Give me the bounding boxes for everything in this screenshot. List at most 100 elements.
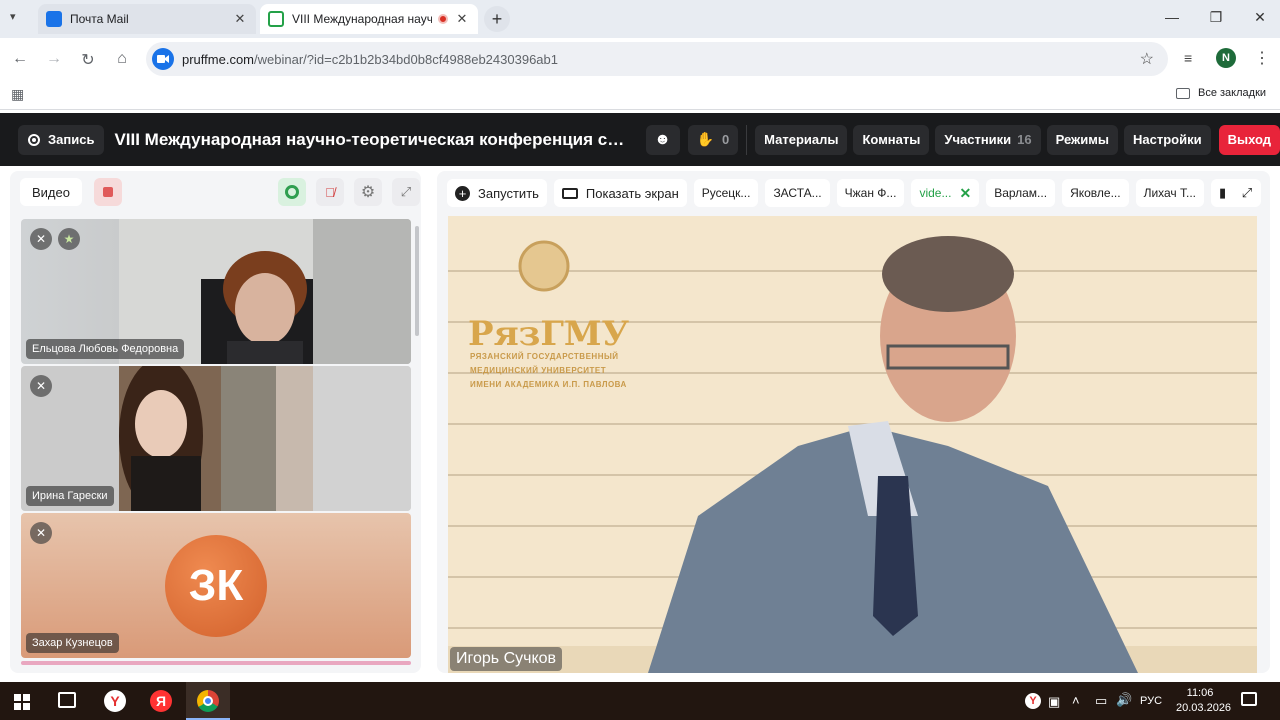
chrome-taskbar-button[interactable]: [186, 682, 230, 720]
gear-icon: ⚙: [360, 184, 376, 201]
expand-panel-button[interactable]: ⤢: [392, 178, 420, 206]
reactions-button[interactable]: ☻: [645, 124, 680, 155]
window-close-icon[interactable]: ✕: [1250, 9, 1270, 26]
tab-title: VIII Международная научн: [292, 12, 432, 26]
mail-icon: [46, 11, 62, 27]
url-host: pruffme.com: [182, 51, 255, 67]
yandex-tray-icon[interactable]: Y: [1025, 693, 1041, 709]
clock[interactable]: 11:06 20.03.2026: [1176, 686, 1232, 716]
yandex-icon[interactable]: Я: [150, 690, 172, 712]
profile-avatar[interactable]: N: [1216, 48, 1236, 68]
address-bar[interactable]: pruffme.com/webinar/?id=c2b1b2b34bd0b8cf…: [146, 42, 1168, 76]
modes-button[interactable]: Режимы: [1046, 124, 1118, 155]
notifications-icon[interactable]: [1241, 692, 1257, 706]
stream-tab-label: vide...: [919, 186, 952, 200]
materials-button[interactable]: Материалы: [755, 124, 848, 155]
monitor-icon: [561, 187, 578, 199]
media-control-icon[interactable]: ≡: [1184, 50, 1192, 66]
header-divider: [746, 124, 748, 155]
reload-icon[interactable]: ↻: [78, 50, 98, 70]
speaker-name: Игорь Сучков: [450, 647, 563, 671]
stream-tab[interactable]: Русецк...: [693, 179, 759, 207]
record-icon: [28, 133, 40, 146]
stream-tab[interactable]: Яковле...: [1062, 179, 1129, 207]
volume-icon[interactable]: 🔊: [1116, 692, 1132, 708]
close-stream-icon[interactable]: ✕: [959, 185, 971, 202]
browser-toolbar: ← → ↻ ⌂ pruffme.com/webinar/?id=c2b1b2b3…: [0, 38, 1280, 80]
raise-hand-button[interactable]: ✋ 0: [687, 124, 739, 155]
task-view-icon[interactable]: [58, 692, 76, 708]
fullscreen-button[interactable]: ⤢: [1233, 179, 1261, 207]
participant-avatar: ЗК: [165, 535, 267, 637]
video-panel-toolbar: Видео 🎙̸ ⚙ ⤢: [20, 178, 420, 208]
url-text: pruffme.com/webinar/?id=c2b1b2b34bd0b8cf…: [182, 52, 558, 67]
record-button[interactable]: Запись: [18, 124, 105, 155]
participant-tile[interactable]: ✕ ★ Ельцова Любовь Федоровна: [21, 219, 411, 364]
stream-tab-active[interactable]: vide... ✕: [911, 179, 980, 207]
main-stage-panel: + Запустить Показать экран Русецк... ЗАС…: [437, 171, 1270, 673]
site-info-icon[interactable]: [152, 48, 174, 70]
tab-title: Почта Mail: [70, 12, 129, 26]
next-tile-edge: [21, 661, 411, 665]
mute-toggle-button[interactable]: 🎙̸: [316, 178, 344, 206]
bookmark-star-icon[interactable]: ☆: [1140, 49, 1154, 69]
windows-start-icon[interactable]: [14, 694, 30, 710]
recording-indicator-icon: [438, 14, 448, 24]
chevron-up-icon[interactable]: ˄: [1072, 693, 1080, 708]
tab-webinar[interactable]: VIII Международная научн ✕: [260, 4, 478, 34]
stream-tab[interactable]: ЗАСТА...: [765, 179, 830, 207]
mic-off-icon: ✕: [30, 228, 52, 250]
stream-tab[interactable]: Чжан Ф...: [836, 179, 905, 207]
close-tab-icon[interactable]: ✕: [454, 11, 470, 27]
hand-count: 0: [721, 132, 730, 147]
home-icon[interactable]: ⌂: [112, 50, 132, 68]
restore-icon[interactable]: ❐: [1206, 9, 1226, 26]
university-logo-text: РязГМУ: [468, 314, 630, 354]
yandex-browser-icon[interactable]: Y: [104, 690, 126, 712]
url-path: /webinar/?id=c2b1b2b34bd0b8cf4988eb24303…: [254, 51, 558, 67]
stop-video-button[interactable]: [94, 178, 122, 206]
settings-button[interactable]: Настройки: [1123, 124, 1211, 155]
share-screen-button[interactable]: Показать экран: [553, 179, 687, 207]
clock-date: 20.03.2026: [1176, 702, 1232, 714]
new-tab-button[interactable]: +: [484, 6, 510, 32]
logo-line: ИМЕНИ АКАДЕМИКА И.П. ПАВЛОВА: [470, 380, 627, 389]
stream-tab[interactable]: Лихач Т...: [1135, 179, 1205, 207]
camera-toggle-button[interactable]: [278, 178, 306, 206]
network-icon[interactable]: ▭: [1095, 693, 1107, 709]
video-tab[interactable]: Видео: [20, 178, 82, 206]
windows-taskbar: Y Я Y ▣ ˄ ▭ 🔊 РУС 11:06 20.03.2026: [0, 682, 1280, 720]
minimize-icon[interactable]: —: [1162, 9, 1182, 25]
tab-list-chevron-icon[interactable]: ▾: [10, 10, 16, 23]
webinar-favicon-icon: [268, 11, 284, 27]
tab-mail[interactable]: Почта Mail ✕: [38, 4, 256, 34]
webcam-icon: [285, 185, 299, 199]
browser-menu-icon[interactable]: ⋮: [1254, 48, 1270, 68]
speaker-video[interactable]: РязГМУ РЯЗАНСКИЙ ГОСУДАРСТВЕННЫЙ МЕДИЦИН…: [448, 216, 1257, 673]
apps-grid-icon[interactable]: ▦: [11, 86, 24, 103]
stream-tab[interactable]: Варлам...: [986, 179, 1056, 207]
bookmark-icon: ▮: [1219, 185, 1227, 200]
participant-tile[interactable]: ЗК ✕ Захар Кузнецов: [21, 513, 411, 658]
participant-name: Ирина Гарески: [26, 486, 114, 506]
all-bookmarks-button[interactable]: Все закладки: [1176, 87, 1266, 99]
stop-icon: [103, 187, 113, 197]
tray-app-icon[interactable]: ▣: [1048, 694, 1060, 710]
input-language[interactable]: РУС: [1140, 695, 1162, 707]
forward-icon[interactable]: →: [44, 50, 64, 68]
logo-line: МЕДИЦИНСКИЙ УНИВЕРСИТЕТ: [470, 366, 607, 375]
participant-tile[interactable]: ✕ Ирина Гарески: [21, 366, 411, 511]
all-bookmarks-label: Все закладки: [1198, 87, 1267, 99]
launch-button[interactable]: + Запустить: [447, 179, 547, 207]
participants-count: 16: [1017, 132, 1032, 147]
record-label: Запись: [48, 132, 95, 147]
back-icon[interactable]: ←: [10, 50, 30, 68]
speaker-video-frame: [448, 216, 1257, 673]
close-tab-icon[interactable]: ✕: [232, 11, 248, 27]
smile-icon: ☻: [654, 130, 671, 148]
participants-button[interactable]: Участники 16: [935, 124, 1041, 155]
video-settings-button[interactable]: ⚙: [354, 178, 382, 206]
panel-scrollbar[interactable]: [415, 226, 419, 336]
exit-button[interactable]: Выход: [1218, 124, 1280, 155]
rooms-button[interactable]: Комнаты: [853, 124, 930, 155]
